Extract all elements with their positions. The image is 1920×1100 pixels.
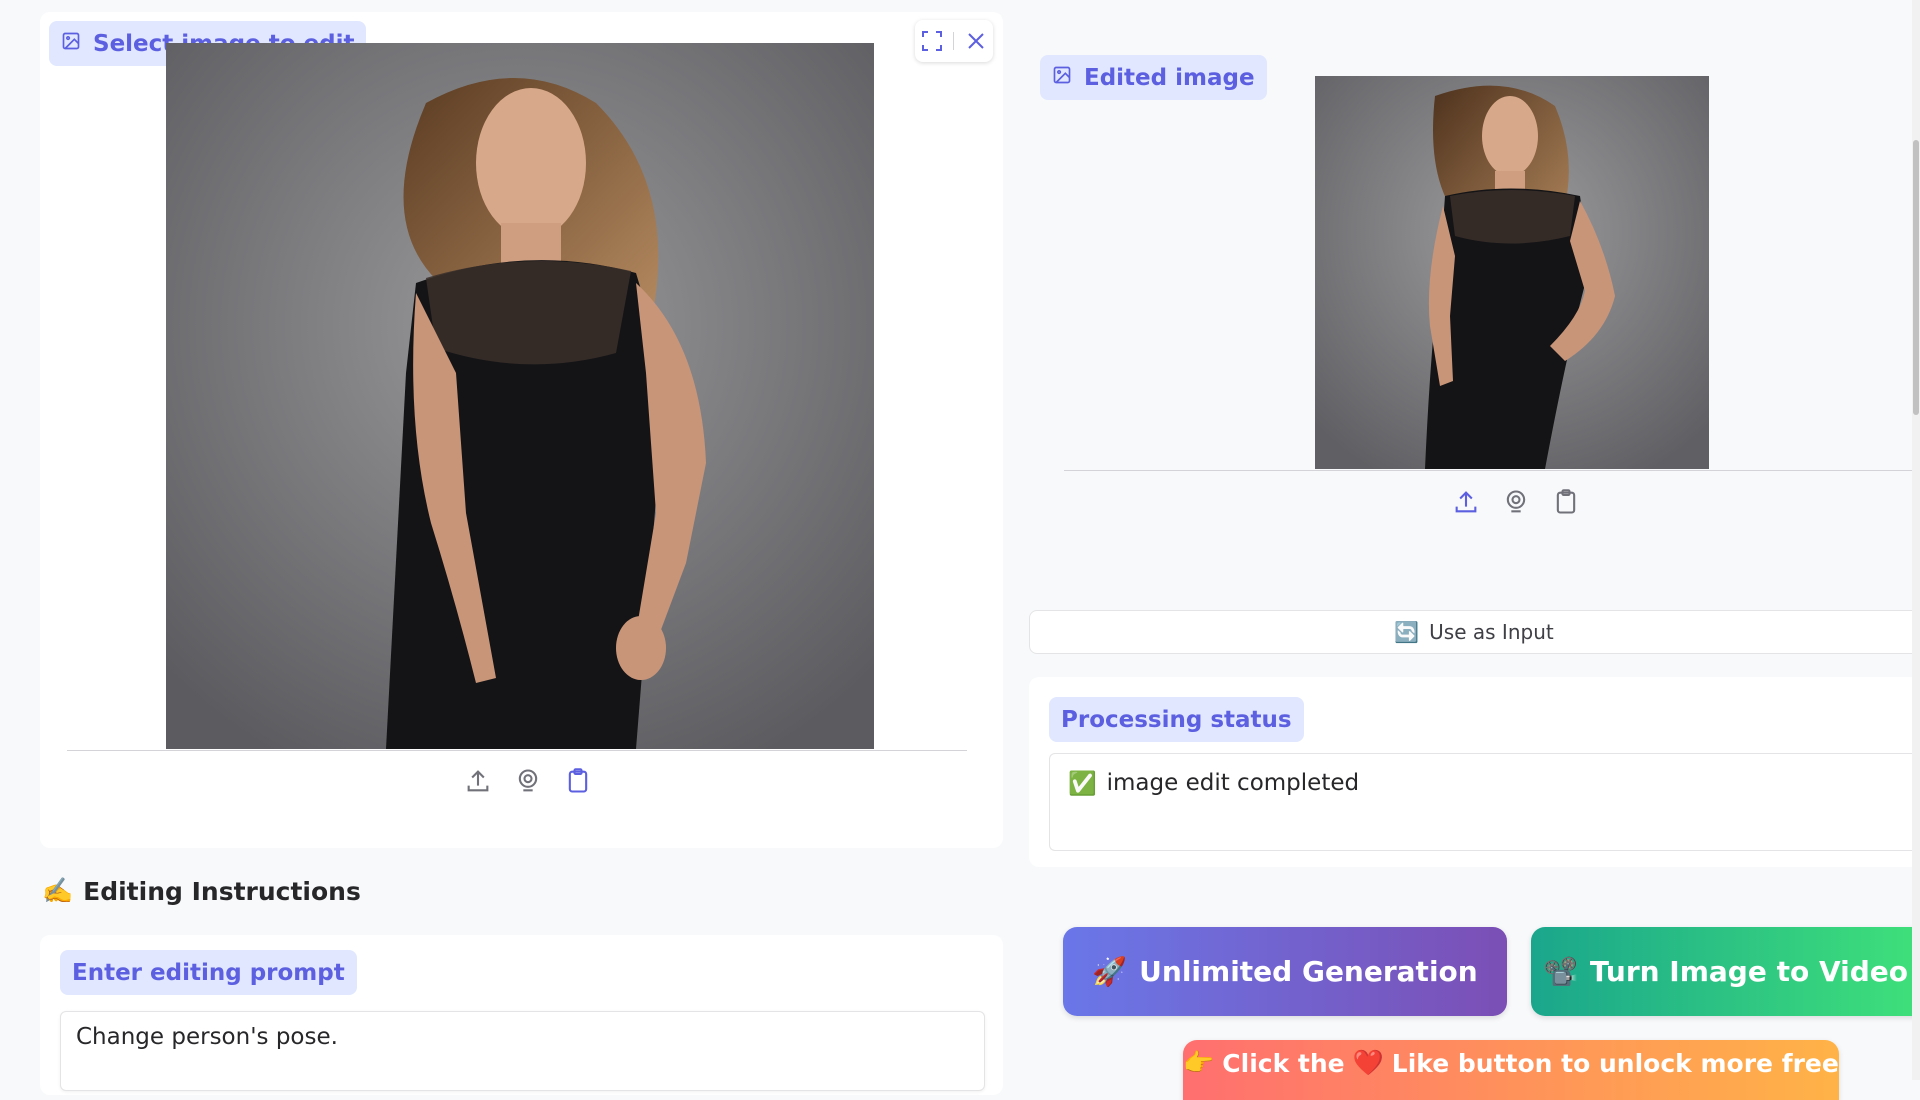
like-unlock-banner[interactable]: 👉 Click the ❤️ Like button to unlock mor… [1183,1040,1839,1100]
image-controls [915,20,993,62]
unlimited-generation-button[interactable]: 🚀 Unlimited Generation [1063,927,1507,1016]
input-image[interactable] [166,43,874,749]
use-as-input-label: Use as Input [1429,620,1554,644]
output-image-label-text: Edited image [1084,64,1255,91]
instructions-heading: ✍️ Editing Instructions [42,876,361,906]
film-projector-icon: 📽️ [1542,955,1578,988]
page-scrollbar[interactable] [1912,0,1920,1080]
turn-image-to-video-button[interactable]: 📽️ Turn Image to Video [1531,927,1920,1016]
fullscreen-icon[interactable] [920,29,944,53]
input-image-panel: Select image to edit [40,12,1003,848]
like-text-start: Click the [1222,1049,1345,1078]
status-output: ✅ image edit completed [1049,753,1919,851]
check-icon: ✅ [1068,771,1097,797]
webcam-icon[interactable] [514,767,542,795]
webcam-icon[interactable] [1502,488,1530,516]
unlimited-generation-label: Unlimited Generation [1139,955,1478,988]
writing-hand-icon: ✍️ [42,876,74,905]
like-text-end: Like button to unlock more free [1391,1049,1839,1078]
turn-image-to-video-label: Turn Image to Video [1589,955,1908,988]
close-icon[interactable] [964,29,988,53]
output-image-label: Edited image [1040,55,1267,100]
status-label: Processing status [1049,697,1304,742]
output-toolbar [1452,488,1580,516]
refresh-icon: 🔄 [1394,620,1420,644]
clipboard-icon[interactable] [564,767,592,795]
image-icon [1052,65,1072,91]
prompt-input-value: Change person's pose. [76,1024,338,1050]
output-image[interactable] [1315,76,1709,469]
scrollbar-thumb[interactable] [1913,140,1919,415]
prompt-label: Enter editing prompt [60,950,357,995]
upload-icon[interactable] [1452,488,1480,516]
prompt-input[interactable]: Change person's pose. [60,1011,985,1091]
status-text: image edit completed [1106,770,1360,796]
use-as-input-button[interactable]: 🔄 Use as Input [1029,610,1919,654]
upload-icon[interactable] [464,767,492,795]
prompt-panel: Enter editing prompt Change person's pos… [40,935,1003,1095]
pointing-hand-icon: 👉 [1183,1048,1215,1077]
rocket-icon: 🚀 [1092,955,1128,988]
prompt-label-text: Enter editing prompt [72,959,345,986]
image-icon [61,31,81,57]
instructions-title: Editing Instructions [83,876,361,906]
processing-status-panel: Processing status ✅ image edit completed [1029,677,1920,867]
status-label-text: Processing status [1061,706,1292,733]
input-toolbar [464,767,592,795]
clipboard-icon[interactable] [1552,488,1580,516]
heart-icon: ❤️ [1352,1048,1384,1077]
